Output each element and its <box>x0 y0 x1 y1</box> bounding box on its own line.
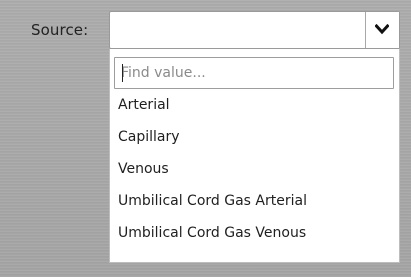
source-select[interactable] <box>109 11 400 49</box>
option-arterial[interactable]: Arterial <box>110 89 399 121</box>
source-label: Source: <box>31 21 89 39</box>
source-dropdown-panel: Arterial Capillary Venous Umbilical Cord… <box>109 49 400 263</box>
option-umbilical-cord-gas-venous[interactable]: Umbilical Cord Gas Venous <box>110 217 399 249</box>
option-capillary[interactable]: Capillary <box>110 121 399 153</box>
chevron-down-icon <box>375 24 389 35</box>
option-umbilical-cord-gas-arterial[interactable]: Umbilical Cord Gas Arterial <box>110 185 399 217</box>
find-value-input[interactable] <box>115 58 393 88</box>
dropdown-toggle-button[interactable] <box>365 12 399 48</box>
option-venous[interactable]: Venous <box>110 153 399 185</box>
text-caret <box>122 64 123 82</box>
find-value-field[interactable] <box>114 57 394 89</box>
options-list: Arterial Capillary Venous Umbilical Cord… <box>110 89 399 249</box>
